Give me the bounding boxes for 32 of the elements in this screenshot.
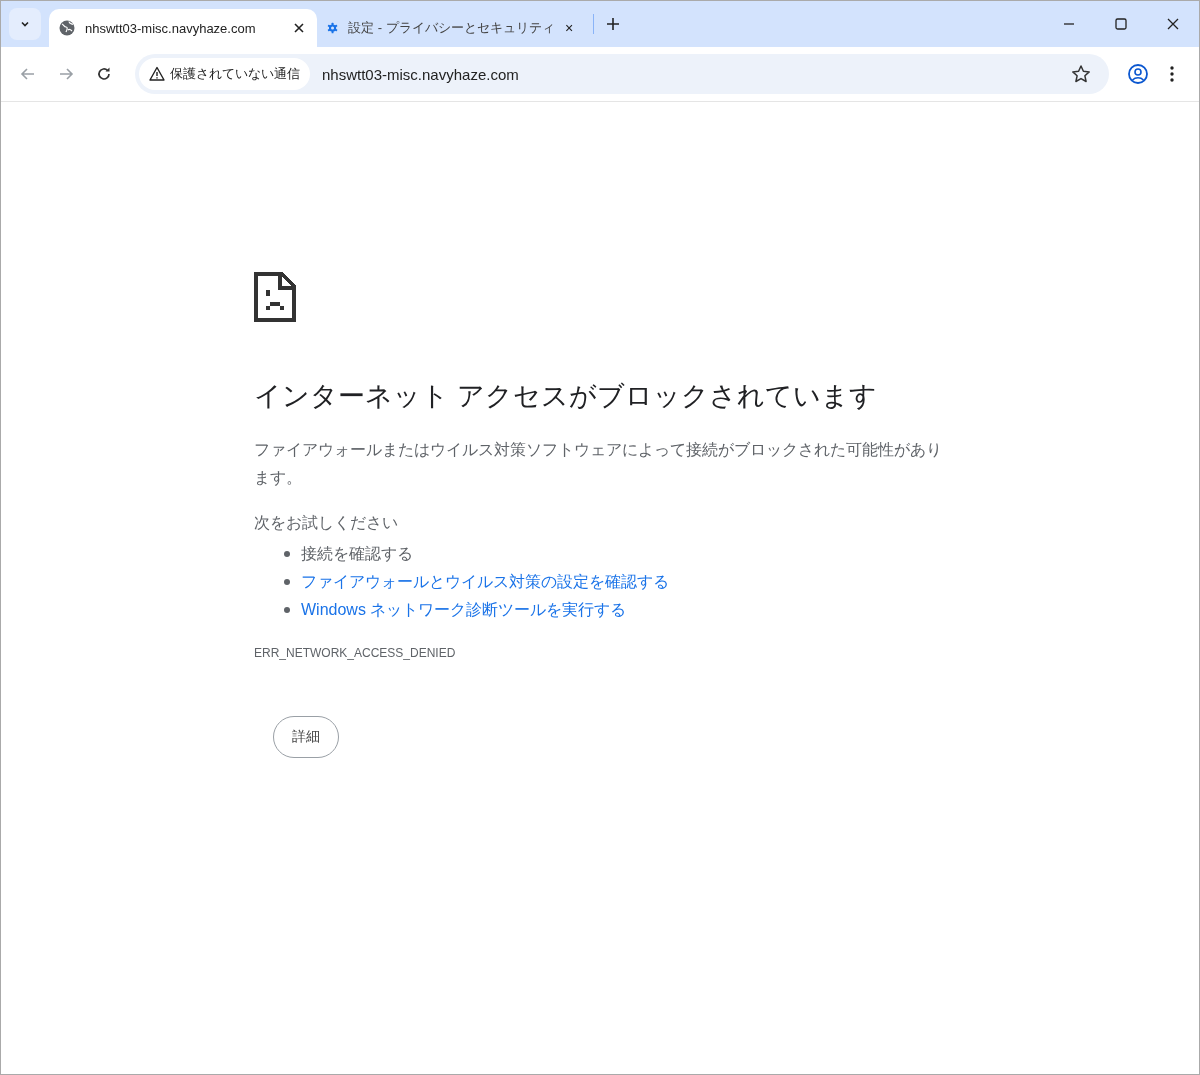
- details-button[interactable]: 詳細: [273, 716, 339, 758]
- warning-icon: [149, 66, 165, 82]
- suggestion-link[interactable]: ファイアウォールとウイルス対策の設定を確認する: [301, 571, 669, 593]
- tab-title: 設定 - プライバシーとセキュリティ: [348, 19, 555, 37]
- gear-icon: [327, 20, 339, 36]
- reload-icon[interactable]: [95, 65, 113, 83]
- security-chip[interactable]: 保護されていない通信: [139, 58, 310, 90]
- bullet-icon: [284, 551, 290, 557]
- close-icon[interactable]: [564, 22, 573, 34]
- star-icon[interactable]: [1071, 64, 1091, 84]
- url-text: nhswtt03-misc.navyhaze.com: [322, 65, 519, 83]
- globe-icon: [59, 20, 75, 36]
- close-icon[interactable]: [293, 22, 305, 34]
- close-icon[interactable]: [1166, 17, 1180, 31]
- sad-page-icon: [254, 272, 296, 322]
- profile-icon[interactable]: [1127, 63, 1149, 85]
- maximize-icon[interactable]: [1114, 17, 1128, 31]
- error-description: ファイアウォールまたはウイルス対策ソフトウェアによって接続がブロックされた可能性があります。: [254, 440, 943, 488]
- security-label: 保護されていない通信: [170, 65, 300, 83]
- new-tab-icon[interactable]: [606, 17, 620, 31]
- address-bar[interactable]: 保護されていない通信 nhswtt03-misc.navyhaze.com: [135, 54, 1109, 94]
- menu-icon[interactable]: [1169, 65, 1175, 83]
- tab-title: nhswtt03-misc.navyhaze.com: [85, 20, 257, 36]
- bullet-icon: [284, 579, 290, 585]
- error-code: ERR_NETWORK_ACCESS_DENIED: [254, 646, 457, 660]
- browser-tab[interactable]: nhswtt03-misc.navyhaze.com: [49, 9, 317, 47]
- suggestion-link[interactable]: Windows ネットワーク診断ツールを実行する: [301, 599, 627, 621]
- error-heading: インターネット アクセスがブロックされています: [254, 380, 878, 413]
- browser-tab[interactable]: 設定 - プライバシーとセキュリティ: [317, 9, 585, 47]
- bullet-icon: [284, 607, 290, 613]
- suggestion-text: 接続を確認する: [301, 543, 413, 564]
- suggestions-heading: 次をお試しください: [254, 513, 399, 533]
